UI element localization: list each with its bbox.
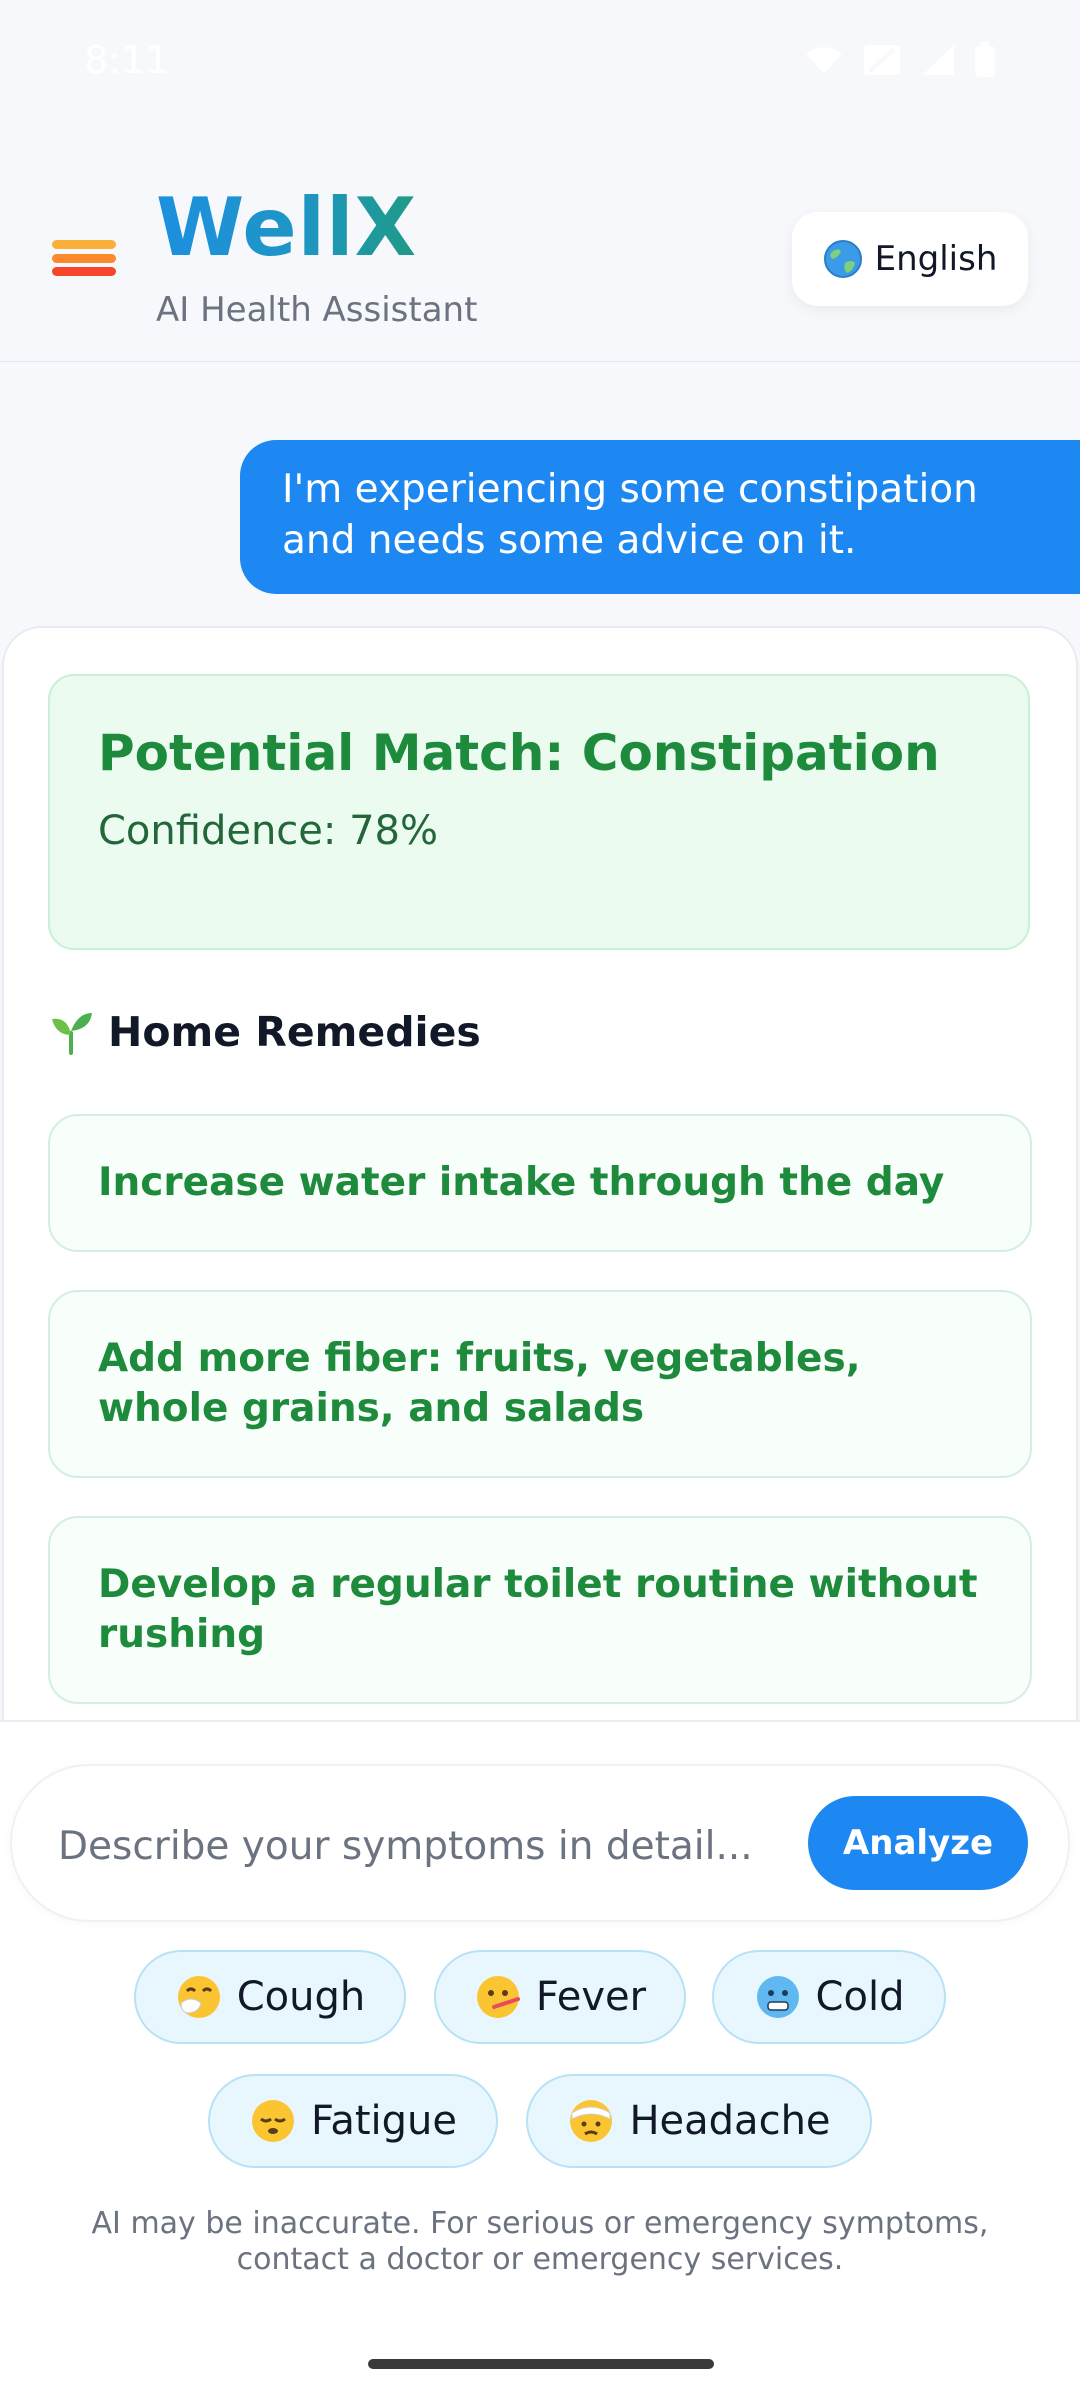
app-title: WellX <box>156 181 418 274</box>
chip-label: Fever <box>535 1974 647 2020</box>
language-button[interactable]: English <box>792 212 1028 306</box>
sleepy-face-icon <box>252 2100 294 2142</box>
remedy-text: Add more fiber: fruits, vegetables, whol… <box>98 1336 861 1431</box>
no-sim-icon <box>864 45 900 75</box>
bandage-head-face-icon <box>570 2100 613 2142</box>
chip-label: Cold <box>815 1974 905 2020</box>
confidence-text: Confidence: 78% <box>98 808 438 854</box>
signal-icon <box>922 45 954 75</box>
remedy-item: Develop a regular toilet routine without… <box>48 1516 1032 1704</box>
chip-label: Headache <box>629 2098 831 2144</box>
analyze-button[interactable]: Analyze <box>808 1796 1028 1890</box>
section-title: Home Remedies <box>108 1008 481 1056</box>
language-label: English <box>874 239 998 279</box>
remedy-text: Increase water intake through the day <box>98 1160 945 1205</box>
cold-face-icon <box>756 1976 799 2018</box>
remedy-item: Increase water intake through the day <box>48 1114 1032 1252</box>
chip-label: Fatigue <box>311 2098 457 2144</box>
globe-icon <box>823 240 862 278</box>
thermometer-face-icon <box>476 1976 520 2018</box>
chip-cough[interactable]: Cough <box>134 1950 406 2044</box>
chip-label: Cough <box>236 1974 366 2020</box>
chip-cold[interactable]: Cold <box>712 1950 946 2044</box>
app-subtitle: AI Health Assistant <box>156 290 478 330</box>
match-title: Potential Match: Constipation <box>98 724 940 782</box>
wifi-icon <box>806 47 842 74</box>
chip-fatigue[interactable]: Fatigue <box>208 2074 498 2168</box>
battery-icon <box>975 42 995 77</box>
symptom-input[interactable] <box>56 1810 780 1882</box>
sneezing-face-icon <box>177 1976 220 2018</box>
remedy-item: Add more fiber: fruits, vegetables, whol… <box>48 1290 1032 1478</box>
status-time: 8:11 <box>84 38 170 82</box>
user-message-bubble: I'm experiencing some constipation and n… <box>240 440 1080 594</box>
user-message-text: I'm experiencing some constipation and n… <box>282 467 978 563</box>
home-indicator[interactable] <box>368 2359 714 2369</box>
remedy-text: Develop a regular toilet routine without… <box>98 1562 978 1657</box>
seedling-icon <box>52 1013 92 1055</box>
menu-icon[interactable] <box>52 240 116 276</box>
disclaimer-text: AI may be inaccurate. For serious or eme… <box>91 2206 989 2277</box>
chip-fever[interactable]: Fever <box>434 1950 686 2044</box>
status-icons <box>804 42 996 78</box>
chip-headache[interactable]: Headache <box>526 2074 872 2168</box>
home-remedies-heading: Home Remedies <box>48 1008 481 1056</box>
chat-thread[interactable]: I'm experiencing some constipation and n… <box>0 362 1080 1720</box>
